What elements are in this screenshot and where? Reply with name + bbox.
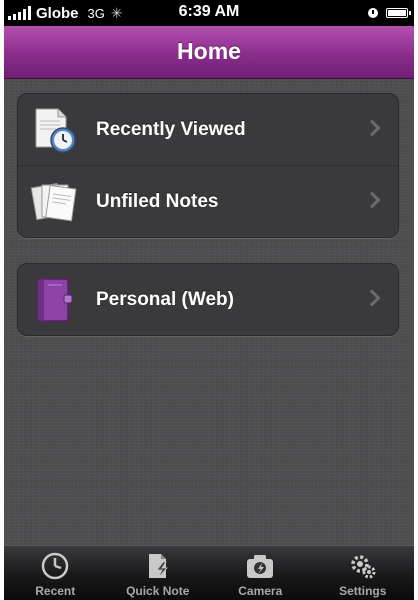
list-item-recently-viewed[interactable]: Recently Viewed [18,94,398,165]
page-title: Home [177,38,241,64]
recent-document-clock-icon [35,108,76,153]
tab-quick-note[interactable]: Quick Note [107,546,210,600]
tab-recent[interactable]: Recent [4,546,107,600]
status-right [368,6,411,20]
clock-icon [42,552,69,580]
status-bar: Globe 3G ✳ 6:39 AM [4,0,414,26]
tab-bar: Recent Quick Note Camera Settings [4,545,414,600]
notes-stack-icon [30,182,77,222]
list-item-label: Unfiled Notes [96,191,219,212]
tab-label: Recent [35,584,76,598]
list-item-label: Recently Viewed [96,119,246,140]
navigation-bar: Home [4,26,414,79]
settings-gears-icon [351,555,376,579]
tab-label: Camera [238,584,283,598]
list-item-unfiled-notes[interactable]: Unfiled Notes [18,165,398,237]
camera-icon [247,555,274,578]
list-item-label: Personal (Web) [96,289,234,310]
list-group-notebooks: Personal (Web) [17,263,399,336]
chevron-right-icon [363,289,381,307]
home-list: Recently Viewed Unfiled Notes Personal (… [4,79,414,545]
list-item-personal-web[interactable]: Personal (Web) [18,264,398,335]
tab-camera[interactable]: Camera [209,546,312,600]
battery-icon [386,8,411,18]
tab-label: Settings [339,584,387,598]
status-time: 6:39 AM [178,3,240,20]
device-screen: Globe 3G ✳ 6:39 AM Home Recently Viewed … [4,0,414,600]
tab-settings[interactable]: Settings [312,546,415,600]
chevron-right-icon [363,191,381,209]
quick-note-icon [148,554,168,579]
alarm-clock-icon [368,8,378,18]
tab-label: Quick Note [126,584,190,598]
list-group-notes: Recently Viewed Unfiled Notes [17,93,399,238]
notebook-icon [37,278,73,322]
chevron-right-icon [363,119,381,137]
